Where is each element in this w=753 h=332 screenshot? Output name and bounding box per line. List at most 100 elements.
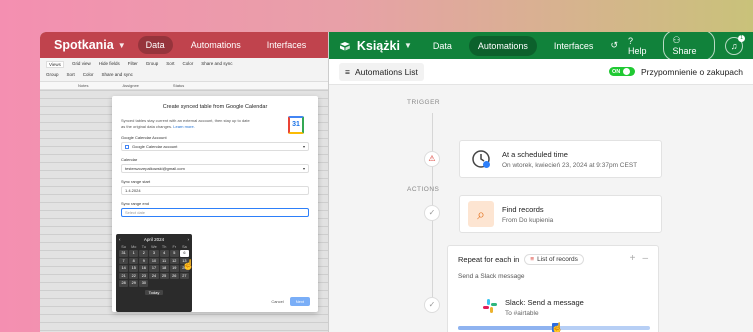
spotkania-window: Spotkania ▼ Data Automations Interfaces … bbox=[40, 32, 328, 332]
dialog-footer: Cancel Next bbox=[271, 297, 310, 306]
account-select[interactable]: Google Calendar account ▾ bbox=[121, 142, 309, 151]
automation-subbar: ≡ Automations List ON Przypomnienie o zak… bbox=[329, 59, 753, 85]
day-cell[interactable]: 17 bbox=[149, 265, 159, 272]
help-icon: ? bbox=[627, 35, 633, 46]
day-cell[interactable]: 1 bbox=[129, 250, 139, 257]
history-icon[interactable]: ↺ bbox=[610, 40, 618, 51]
automation-name[interactable]: Przypomnienie o zakupach bbox=[641, 67, 743, 77]
google-calendar-icon: 31 bbox=[288, 116, 304, 134]
day-cell[interactable]: 24 bbox=[149, 272, 159, 279]
repeat-title: Repeat for each in bbox=[458, 255, 520, 264]
sync-start-value: 1.4.2024 bbox=[125, 188, 141, 193]
filter-button[interactable]: Filter bbox=[128, 61, 138, 68]
calendar-select[interactable]: testerszczepalkowski@gmail.com ▾ bbox=[121, 164, 309, 173]
toggle-state: ON bbox=[611, 68, 621, 75]
prev-month-button[interactable]: ‹ bbox=[119, 237, 121, 242]
slack-action[interactable]: Slack: Send a message To #airtable bbox=[482, 298, 584, 317]
sort-button[interactable]: Sort bbox=[166, 61, 174, 68]
day-cell[interactable]: 7 bbox=[119, 257, 129, 264]
toggle-knob bbox=[623, 68, 631, 75]
chevron-down-icon[interactable]: ▼ bbox=[118, 41, 126, 50]
grid-header: Notes Assignee Status bbox=[40, 82, 328, 90]
tab-data[interactable]: Data bbox=[137, 36, 173, 54]
empty-day-cell bbox=[149, 280, 158, 287]
clock-icon bbox=[468, 146, 494, 172]
day-cell[interactable]: 5 bbox=[169, 250, 179, 257]
day-cell[interactable]: 29 bbox=[129, 280, 139, 287]
list-of-records-chip[interactable]: ≡ List of records bbox=[524, 254, 584, 265]
day-cell[interactable]: 27 bbox=[179, 272, 189, 279]
automations-list-button[interactable]: ≡ Automations List bbox=[339, 62, 424, 81]
trigger-card[interactable]: At a scheduled time On wtorek, kwiecień … bbox=[459, 140, 662, 178]
day-cell[interactable]: 22 bbox=[129, 272, 139, 279]
column-status[interactable]: Status bbox=[173, 83, 184, 88]
collapse-button[interactable]: – bbox=[642, 253, 648, 264]
tab-automations[interactable]: Automations bbox=[183, 36, 249, 54]
base-name[interactable]: Książki bbox=[357, 39, 400, 53]
right-topbar: Książki ▼ Data Automations Interfaces ↺ … bbox=[329, 32, 753, 61]
next-button[interactable]: Next bbox=[289, 297, 310, 306]
tab-data[interactable]: Data bbox=[424, 36, 461, 56]
help-button[interactable]: ? Help bbox=[628, 36, 653, 56]
notifications-button[interactable]: ♫ 1 bbox=[725, 34, 745, 55]
repeat-group[interactable]: Repeat for each in ≡ List of records + – … bbox=[447, 245, 659, 332]
add-button[interactable]: + bbox=[630, 253, 636, 264]
column-notes[interactable]: Notes bbox=[78, 83, 88, 88]
empty-day-cell bbox=[180, 280, 189, 287]
sync-start-input[interactable]: 1.4.2024 bbox=[121, 186, 309, 195]
find-records-card[interactable]: ⌕ Find records From Do kupienia bbox=[459, 195, 662, 233]
automation-toggle[interactable]: ON Przypomnienie o zakupach bbox=[608, 67, 743, 77]
sync-end-input[interactable]: Select date bbox=[121, 208, 309, 217]
toggle-switch[interactable]: ON bbox=[608, 67, 635, 76]
day-cell[interactable]: 26 bbox=[169, 272, 179, 279]
day-cell[interactable]: 31 bbox=[119, 250, 129, 257]
tab-interfaces[interactable]: Interfaces bbox=[259, 36, 315, 54]
learn-more-link[interactable]: Learn more. bbox=[173, 124, 195, 129]
tab-automations[interactable]: Automations bbox=[468, 35, 537, 56]
day-cell[interactable]: 6 bbox=[179, 250, 189, 257]
day-cell[interactable]: 4 bbox=[159, 250, 169, 257]
base-name[interactable]: Spotkania bbox=[54, 38, 114, 52]
day-cell[interactable]: 3 bbox=[149, 250, 159, 257]
day-cell[interactable]: 11 bbox=[159, 257, 169, 264]
trigger-title: At a scheduled time bbox=[502, 149, 568, 159]
share-button[interactable]: ⚇ Share bbox=[663, 32, 716, 61]
help-label: Help bbox=[627, 45, 647, 56]
day-cell[interactable]: 19 bbox=[169, 265, 179, 272]
views-button[interactable]: Views bbox=[46, 61, 64, 68]
day-cell[interactable]: 9 bbox=[139, 257, 149, 264]
sort-button-2[interactable]: Sort bbox=[67, 72, 75, 77]
color-button[interactable]: Color bbox=[183, 61, 194, 68]
group-button[interactable]: Group bbox=[146, 61, 159, 68]
day-cell[interactable]: 16 bbox=[139, 265, 149, 272]
day-cell[interactable]: 18 bbox=[159, 265, 169, 272]
hide-fields-button[interactable]: Hide fields bbox=[99, 61, 120, 68]
day-cell[interactable]: 23 bbox=[139, 272, 149, 279]
share-sync-button[interactable]: Share and sync bbox=[201, 61, 232, 68]
sync-start-label: Sync range start bbox=[121, 179, 151, 184]
chevron-down-icon: ▾ bbox=[302, 144, 305, 149]
day-cell[interactable]: 12 bbox=[169, 257, 179, 264]
day-cell[interactable]: 15 bbox=[129, 265, 139, 272]
day-cell[interactable]: 28 bbox=[119, 280, 129, 287]
chevron-down-icon[interactable]: ▼ bbox=[404, 41, 412, 50]
day-cell[interactable]: 10 bbox=[149, 257, 159, 264]
today-button[interactable]: Today bbox=[145, 289, 163, 295]
calendar-value: testerszczepalkowski@gmail.com bbox=[125, 166, 185, 171]
grid-view-button[interactable]: Grid view bbox=[72, 61, 91, 68]
day-cell[interactable]: 2 bbox=[139, 250, 149, 257]
day-cell[interactable]: 30 bbox=[139, 280, 149, 287]
notification-badge: 1 bbox=[738, 34, 745, 42]
day-cell[interactable]: 14 bbox=[119, 265, 129, 272]
day-cell[interactable]: 8 bbox=[129, 257, 139, 264]
day-cell[interactable]: 21 bbox=[119, 272, 129, 279]
column-assignee[interactable]: Assignee bbox=[122, 83, 138, 88]
people-icon: ⚇ bbox=[672, 35, 681, 45]
next-month-button[interactable]: › bbox=[187, 237, 189, 242]
day-cell[interactable]: 25 bbox=[159, 272, 169, 279]
tab-interfaces[interactable]: Interfaces bbox=[545, 36, 603, 56]
cancel-button[interactable]: Cancel bbox=[271, 299, 283, 304]
group-button-2[interactable]: Group bbox=[46, 72, 59, 77]
color-button-2[interactable]: Color bbox=[83, 72, 94, 77]
share-sync-button-2[interactable]: Share and sync bbox=[102, 72, 133, 77]
